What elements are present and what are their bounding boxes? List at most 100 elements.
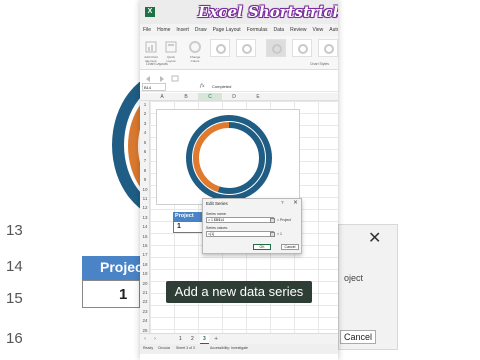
- series-name-label: Series name:: [206, 212, 227, 216]
- chart-style-5[interactable]: [318, 39, 338, 57]
- row-header[interactable]: 18: [140, 262, 150, 267]
- sheet-tab-2[interactable]: 2: [188, 335, 197, 343]
- row-headers: 1 2 3 4 5 6 7 8 9 10 11 12 13 14 15 16 17 18 19 20 21 22 23 24 2…: [140, 101, 150, 341]
- chart-style-2[interactable]: [236, 39, 256, 57]
- status-accessibility[interactable]: Accessibility: Investigate: [210, 346, 248, 350]
- row-header[interactable]: 23: [140, 309, 150, 314]
- add-sheet-icon[interactable]: +: [214, 336, 218, 342]
- status-circular: Circular: [158, 346, 171, 350]
- chart-style-4[interactable]: [292, 39, 312, 57]
- range-picker-icon[interactable]: [270, 217, 275, 223]
- background-close-icon: ✕: [368, 228, 382, 247]
- fx-icon[interactable]: fx: [200, 83, 205, 89]
- formula-input[interactable]: Completed: [212, 84, 231, 89]
- doughnut-slice-s0-p0[interactable]: [186, 115, 272, 201]
- column-header-a[interactable]: A: [150, 94, 174, 100]
- row-header[interactable]: 3: [140, 121, 150, 126]
- row-header[interactable]: 21: [140, 290, 150, 295]
- background-row-number: 13: [6, 222, 23, 239]
- tab-insert[interactable]: Insert: [173, 24, 192, 36]
- background-cancel-button: Cancel: [340, 330, 376, 344]
- row-header[interactable]: 4: [140, 130, 150, 135]
- watermark: Excel Shortstricks: [198, 3, 338, 21]
- table-header-cell[interactable]: Project: [173, 212, 203, 221]
- chart-styles-group-label: Chart Styles: [310, 62, 330, 66]
- row-header[interactable]: 9: [140, 177, 150, 182]
- row-header[interactable]: 20: [140, 281, 150, 286]
- close-icon[interactable]: ×: [293, 199, 298, 206]
- row-header[interactable]: 10: [140, 187, 150, 192]
- row-header[interactable]: 12: [140, 205, 150, 210]
- tab-review[interactable]: Review: [287, 24, 309, 36]
- row-header[interactable]: 16: [140, 243, 150, 248]
- row-header[interactable]: 17: [140, 252, 150, 257]
- row-header[interactable]: 19: [140, 271, 150, 276]
- chart-layouts-group-label: Chart Layouts: [146, 62, 168, 66]
- tab-data[interactable]: Data: [271, 24, 288, 36]
- add-chart-element-icon[interactable]: [144, 40, 158, 54]
- sheet-tab-1[interactable]: 1: [176, 335, 185, 343]
- background-row-numbers: 13 14 15 16: [0, 0, 28, 360]
- status-mode: Ready: [143, 346, 154, 350]
- row-header[interactable]: 8: [140, 168, 150, 173]
- help-icon[interactable]: ?: [281, 200, 284, 205]
- column-header-e[interactable]: E: [246, 94, 270, 100]
- row-header[interactable]: 1: [140, 102, 150, 107]
- row-header[interactable]: 2: [140, 111, 150, 116]
- quick-access-toolbar: [140, 70, 338, 82]
- row-header[interactable]: 14: [140, 224, 150, 229]
- sheet-tab-3[interactable]: 3: [200, 335, 209, 344]
- series-values-input[interactable]: ={1}: [206, 231, 274, 237]
- ok-button[interactable]: OK: [253, 244, 271, 250]
- row-header[interactable]: 13: [140, 215, 150, 220]
- background-row-number: 16: [6, 330, 23, 347]
- row-header[interactable]: 15: [140, 234, 150, 239]
- row-header[interactable]: 5: [140, 140, 150, 145]
- tab-file[interactable]: File: [140, 24, 154, 36]
- background-table-cell: 1: [82, 280, 140, 308]
- dialog-title: Edit Series: [206, 201, 228, 206]
- tab-formulas[interactable]: Formulas: [244, 24, 271, 36]
- doughnut-chart-svg: [186, 115, 272, 201]
- status-bar: Ready Circular Sheet 3 of 3 Accessibilit…: [140, 344, 338, 354]
- series-name-input[interactable]: = 1 $B$14: [206, 217, 274, 223]
- row-header[interactable]: 25: [140, 328, 150, 333]
- title-bar: X Excel Shortstricks: [140, 0, 338, 24]
- row-header[interactable]: 24: [140, 318, 150, 323]
- row-header[interactable]: 22: [140, 299, 150, 304]
- name-box[interactable]: B14: [142, 83, 166, 91]
- sheet-tabs-bar: ‹ › 1 2 3 +: [140, 333, 338, 344]
- chart-style-1[interactable]: [210, 39, 230, 57]
- ribbon-tabs: File Home Insert Draw Page Layout Formul…: [140, 24, 338, 36]
- next-sheet-icon[interactable]: ›: [154, 336, 156, 342]
- chart-style-3[interactable]: [266, 39, 286, 57]
- range-picker-icon[interactable]: [270, 231, 275, 237]
- cancel-button[interactable]: Cancel: [281, 244, 299, 250]
- row-header[interactable]: 7: [140, 158, 150, 163]
- tab-home[interactable]: Home: [154, 24, 173, 36]
- tab-page-layout[interactable]: Page Layout: [210, 24, 244, 36]
- change-colors-icon[interactable]: [188, 40, 202, 54]
- edit-series-dialog: Edit Series ? × Series name: = 1 $B$14 =…: [202, 198, 302, 254]
- row-header[interactable]: 6: [140, 149, 150, 154]
- background-table-header: Project: [82, 256, 140, 280]
- row-header[interactable]: 11: [140, 196, 150, 201]
- series-name-result: = Project: [277, 218, 291, 222]
- tab-automate[interactable]: Automate: [326, 24, 338, 36]
- tab-draw[interactable]: Draw: [192, 24, 210, 36]
- table-value-cell[interactable]: 1: [173, 221, 203, 233]
- column-header-b[interactable]: B: [174, 94, 198, 100]
- quick-layout-icon[interactable]: [164, 40, 178, 54]
- series-values-result: = 1: [277, 232, 282, 236]
- prev-sheet-icon[interactable]: ‹: [144, 336, 146, 342]
- doughnut-chart[interactable]: [156, 109, 300, 205]
- column-header-c[interactable]: C: [198, 93, 222, 100]
- column-headers: A B C D E: [140, 93, 338, 101]
- column-header-d[interactable]: D: [222, 94, 246, 100]
- excel-logo-icon: X: [145, 7, 155, 17]
- background-row-number: 15: [6, 290, 23, 307]
- status-sheet: Sheet 3 of 3: [176, 346, 195, 350]
- excel-window: X Excel Shortstricks File Home Insert Dr…: [140, 0, 338, 360]
- tab-view[interactable]: View: [310, 24, 327, 36]
- ribbon: Add Chart Element Quick Layout Change Co…: [140, 36, 338, 70]
